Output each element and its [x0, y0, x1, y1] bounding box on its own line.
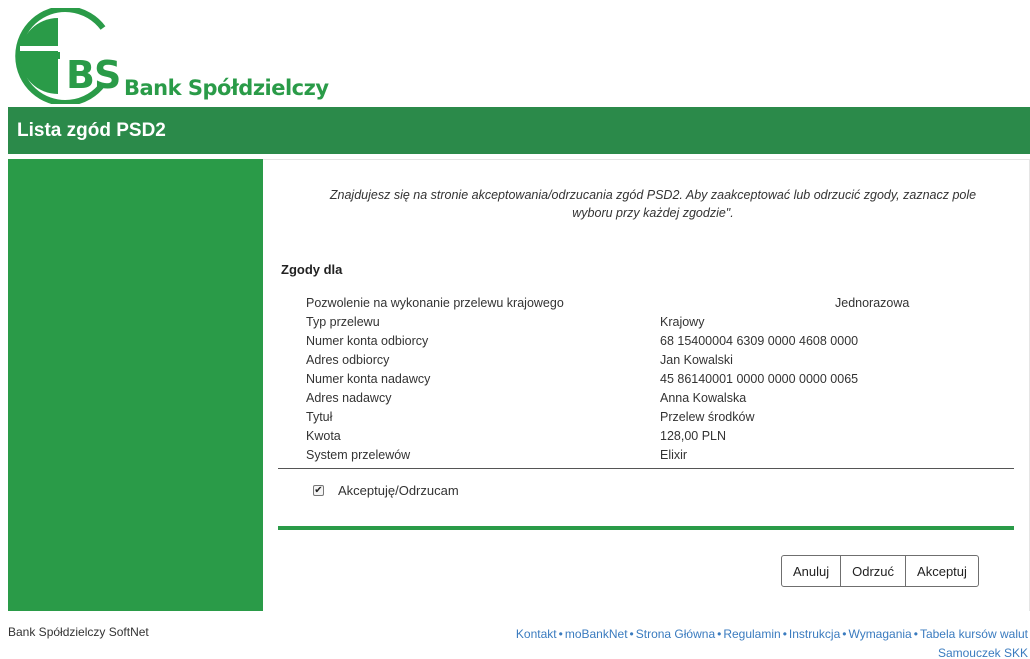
footer-separator: •	[913, 627, 918, 641]
side-panel	[8, 159, 263, 611]
detail-label: System przelewów	[306, 448, 411, 462]
detail-row: Typ przelewu Krajowy	[306, 313, 1006, 332]
accept-button[interactable]: Akceptuj	[905, 555, 979, 587]
footer-link-wymagania[interactable]: Wymagania	[848, 627, 911, 641]
footer-links-line-2: Samouczek SKK	[516, 644, 1028, 659]
detail-value: Krajowy	[660, 315, 705, 329]
divider	[278, 468, 1014, 469]
detail-row: Numer konta odbiorcy 68 15400004 6309 00…	[306, 332, 1006, 351]
reject-button[interactable]: Odrzuć	[840, 555, 907, 587]
page-header: Lista zgód PSD2	[8, 107, 1030, 154]
consent-panel: Znajdujesz się na stronie akceptowania/o…	[263, 159, 1030, 611]
action-buttons: Anuluj Odrzuć Akceptuj	[781, 555, 979, 587]
cancel-button[interactable]: Anuluj	[781, 555, 842, 587]
footer-link-samouczek[interactable]: Samouczek SKK	[938, 646, 1028, 659]
footer-link-instrukcja[interactable]: Instrukcja	[789, 627, 840, 641]
detail-label: Typ przelewu	[306, 315, 380, 329]
footer-links: Kontakt • moBankNet • Strona Główna • Regulami…	[516, 625, 1028, 659]
checkbox-label: Akceptuję/Odrzucam	[338, 483, 459, 498]
detail-label: Numer konta odbiorcy	[306, 334, 429, 348]
consent-details: Pozwolenie na wykonanie przelewu krajowe…	[306, 294, 1006, 465]
intro-text: Znajdujesz się na stronie akceptowania/o…	[329, 188, 977, 220]
page-title: Lista zgód PSD2	[17, 120, 166, 141]
detail-row: Adres odbiorcy Jan Kowalski	[306, 351, 1006, 370]
logo-letters: BS	[66, 53, 121, 97]
detail-label: Tytuł	[306, 410, 333, 424]
footer-links-line-1: Kontakt • moBankNet • Strona Główna • Regulami…	[516, 625, 1028, 644]
footer-link-strona-glowna[interactable]: Strona Główna	[636, 627, 715, 641]
accept-reject-checkbox[interactable]: ✔	[313, 485, 324, 496]
detail-row: Kwota 128,00 PLN	[306, 427, 1006, 446]
detail-row: Numer konta nadawcy 45 86140001 0000 000…	[306, 370, 1006, 389]
detail-row: System przelewów Elixir	[306, 446, 1006, 465]
detail-row: Adres nadawcy Anna Kowalska	[306, 389, 1006, 408]
detail-value: 128,00 PLN	[660, 429, 727, 443]
footer-separator: •	[629, 627, 634, 641]
detail-row: Tytuł Przelew środków	[306, 408, 1006, 427]
detail-value: 68 15400004 6309 0000 4608 0000	[660, 334, 859, 348]
detail-value: Anna Kowalska	[660, 391, 747, 405]
footer-separator: •	[782, 627, 787, 641]
section-title: Zgody dla	[281, 262, 343, 277]
detail-value: Jan Kowalski	[660, 353, 733, 367]
green-divider	[278, 526, 1014, 530]
detail-value: 45 86140001 0000 0000 0000 0065	[660, 372, 859, 386]
footer-link-kontakt[interactable]: Kontakt	[516, 627, 557, 641]
detail-value: Jednorazowa	[835, 296, 910, 310]
detail-value: Elixir	[660, 448, 688, 462]
detail-label: Adres nadawcy	[306, 391, 392, 405]
detail-label: Numer konta nadawcy	[306, 372, 431, 386]
detail-label: Kwota	[306, 429, 341, 443]
detail-value: Przelew środków	[660, 410, 755, 424]
checkmark-icon: ✔	[314, 484, 323, 496]
detail-label: Adres odbiorcy	[306, 353, 390, 367]
detail-row: Pozwolenie na wykonanie przelewu krajowe…	[306, 294, 1006, 313]
footer-link-tabela-kursow[interactable]: Tabela kursów walut	[920, 627, 1028, 641]
footer-separator: •	[558, 627, 563, 641]
logo-bank-name: Bank Spółdzielczy	[124, 76, 329, 100]
footer-brand: Bank Spółdzielczy SoftNet	[8, 625, 149, 639]
bank-logo: BS Bank Spółdzielczy	[8, 6, 329, 106]
footer-link-mobanknet[interactable]: moBankNet	[565, 627, 628, 641]
detail-label: Pozwolenie na wykonanie przelewu krajowe…	[306, 296, 564, 310]
footer-link-regulamin[interactable]: Regulamin	[723, 627, 780, 641]
accept-reject-checkbox-row[interactable]: ✔ Akceptuję/Odrzucam	[313, 483, 459, 498]
